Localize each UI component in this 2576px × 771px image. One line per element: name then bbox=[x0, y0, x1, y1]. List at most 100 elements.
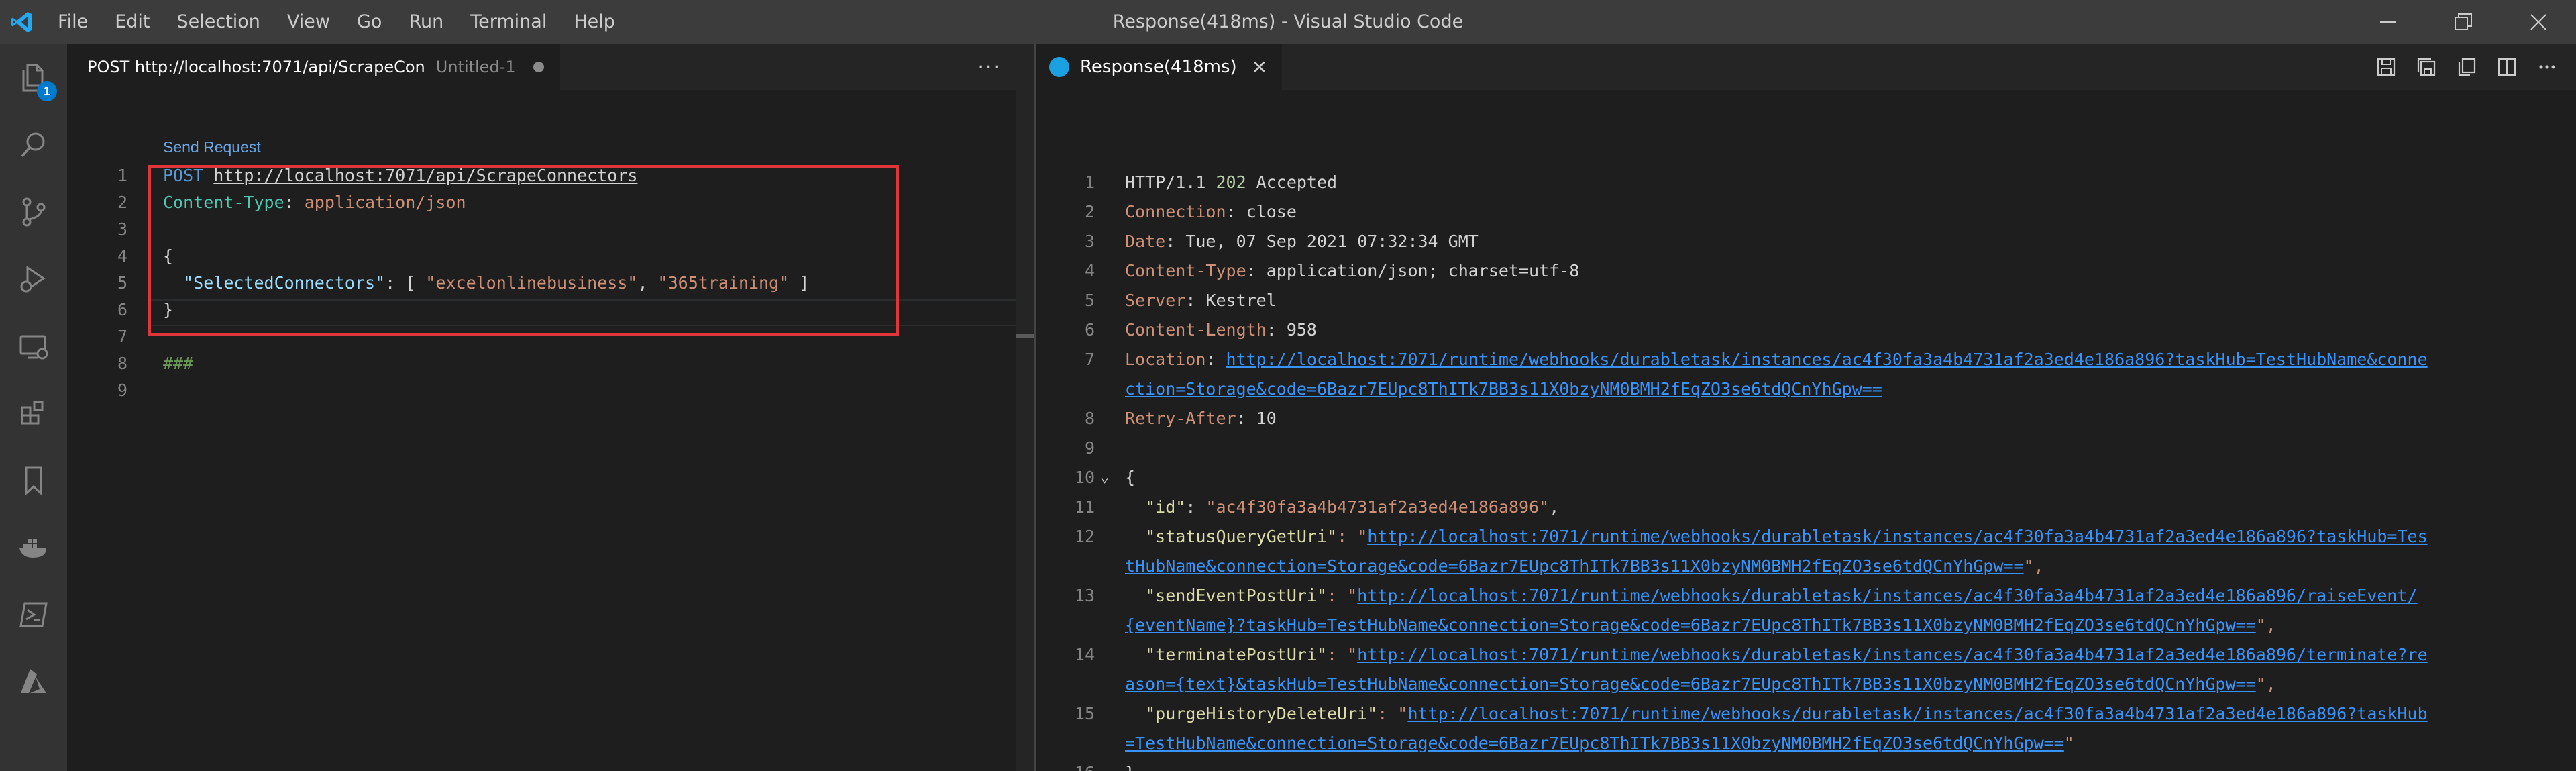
response-line: 5 Server: Kestrel bbox=[1036, 286, 2572, 315]
unsaved-dot-icon[interactable] bbox=[533, 62, 544, 72]
line-number: 9 bbox=[117, 380, 127, 400]
response-line-wrap: {eventName}?taskHub=TestHubName&connecti… bbox=[1036, 611, 2572, 640]
purge-history-link-wrap[interactable]: =TestHubName&connection=Storage&code=6Ba… bbox=[1125, 733, 2064, 753]
code-line: 8 ### bbox=[67, 350, 1006, 377]
http-request-editor[interactable]: Send Request 1 POST http://localhost:707… bbox=[67, 90, 1098, 771]
menu-selection[interactable]: Selection bbox=[163, 0, 273, 44]
response-line: 3 Date: Tue, 07 Sep 2021 07:32:34 GMT bbox=[1036, 227, 2572, 256]
source-control-button[interactable] bbox=[0, 178, 67, 246]
location-link[interactable]: http://localhost:7071/runtime/webhooks/d… bbox=[1226, 350, 2428, 369]
search-button[interactable] bbox=[0, 111, 67, 178]
menu-help[interactable]: Help bbox=[560, 0, 629, 44]
powershell-button[interactable] bbox=[0, 581, 67, 648]
menu-edit[interactable]: Edit bbox=[101, 0, 163, 44]
line-number: 15 bbox=[1074, 704, 1095, 723]
right-editor-group: Response(418ms) ✕ 1 HTTP/1.1 202 Accepte bbox=[1036, 44, 2576, 771]
response-line: 9 bbox=[1036, 433, 2572, 463]
menu-terminal[interactable]: Terminal bbox=[457, 0, 560, 44]
run-debug-button[interactable] bbox=[0, 246, 67, 313]
send-event-link[interactable]: http://localhost:7071/runtime/webhooks/d… bbox=[1357, 586, 2417, 605]
header-name: Server bbox=[1125, 291, 1186, 310]
line-number: 14 bbox=[1074, 645, 1095, 664]
header-value: : 958 bbox=[1266, 320, 1317, 340]
brace-open: { bbox=[1125, 468, 1136, 487]
line-number: 9 bbox=[1084, 438, 1095, 458]
line-number: 11 bbox=[1074, 497, 1095, 517]
bookmark-icon bbox=[25, 466, 42, 496]
docker-button[interactable] bbox=[0, 514, 67, 581]
header-name: Retry-After bbox=[1125, 409, 1236, 428]
menu-bar: File Edit Selection View Go Run Terminal… bbox=[44, 0, 629, 44]
close-window-button[interactable] bbox=[2501, 0, 2576, 44]
send-event-link-wrap[interactable]: {eventName}?taskHub=TestHubName&connecti… bbox=[1125, 615, 2256, 635]
brace-close: } bbox=[1125, 758, 1135, 771]
response-line: 12 "statusQueryGetUri": "http://localhos… bbox=[1036, 522, 2572, 552]
split-editor-button[interactable] bbox=[2491, 52, 2522, 83]
restore-button[interactable] bbox=[2426, 0, 2501, 44]
title-bar: File Edit Selection View Go Run Terminal… bbox=[0, 0, 2576, 44]
response-line: 4 Content-Type: application/json; charse… bbox=[1036, 256, 2572, 286]
minimize-button[interactable] bbox=[2351, 0, 2426, 44]
activity-bar: 1 bbox=[0, 44, 67, 771]
json-punctuation: , bbox=[1549, 497, 1560, 517]
more-actions-button[interactable] bbox=[2532, 52, 2563, 83]
header-value: : 10 bbox=[1236, 409, 1277, 428]
response-line: 13 "sendEventPostUri": "http://localhost… bbox=[1036, 581, 2572, 611]
azure-button[interactable] bbox=[0, 648, 67, 715]
search-icon bbox=[21, 132, 45, 158]
left-scrollbar[interactable] bbox=[1016, 90, 1034, 771]
purge-history-link[interactable]: http://localhost:7071/runtime/webhooks/d… bbox=[1407, 704, 2427, 723]
line-number: 2 bbox=[117, 193, 127, 212]
http-version: HTTP/1.1 bbox=[1125, 172, 1216, 192]
line-number: 4 bbox=[117, 246, 127, 266]
remote-explorer-button[interactable] bbox=[0, 313, 67, 380]
more-actions-button[interactable]: ··· bbox=[977, 44, 1001, 90]
menu-run[interactable]: Run bbox=[395, 0, 457, 44]
json-separator: : " bbox=[1327, 586, 1358, 605]
close-tab-icon[interactable]: ✕ bbox=[1252, 56, 1267, 79]
json-punctuation: " bbox=[2063, 733, 2074, 753]
response-line: 15 "purgeHistoryDeleteUri": "http://loca… bbox=[1036, 699, 2572, 729]
save-icon bbox=[2377, 58, 2396, 76]
json-key: "purgeHistoryDeleteUri" bbox=[1145, 704, 1378, 723]
scrollbar-thumb[interactable] bbox=[1016, 334, 1034, 338]
copy-response-button[interactable] bbox=[2451, 52, 2482, 83]
json-separator: : " bbox=[1337, 527, 1368, 546]
send-request-codelens[interactable]: Send Request bbox=[163, 138, 261, 156]
tab-response[interactable]: Response(418ms) ✕ bbox=[1036, 44, 1283, 90]
save-response-button[interactable] bbox=[2371, 52, 2402, 83]
extensions-button[interactable] bbox=[0, 380, 67, 447]
json-separator: : " bbox=[1377, 704, 1408, 723]
save-body-button[interactable] bbox=[2411, 52, 2442, 83]
menu-go[interactable]: Go bbox=[343, 0, 395, 44]
location-link-wrap[interactable]: ction=Storage&code=6Bazr7EUpc8ThITk7BB3s… bbox=[1125, 379, 1882, 399]
source-control-icon bbox=[22, 197, 46, 227]
line-number: 5 bbox=[117, 273, 127, 293]
status-query-link[interactable]: http://localhost:7071/runtime/webhooks/d… bbox=[1367, 527, 2427, 546]
terminal-icon bbox=[19, 602, 48, 627]
line-number: 16 bbox=[1036, 758, 1095, 771]
menu-view[interactable]: View bbox=[274, 0, 343, 44]
explorer-button[interactable]: 1 bbox=[0, 44, 67, 111]
status-code: 202 bbox=[1216, 172, 1246, 192]
minimize-icon bbox=[2380, 21, 2396, 23]
header-value: : close bbox=[1226, 202, 1297, 221]
status-query-link-wrap[interactable]: tHubName&connection=Storage&code=6Bazr7E… bbox=[1125, 556, 2024, 576]
line-number: 10 bbox=[1074, 468, 1095, 487]
menu-file[interactable]: File bbox=[44, 0, 101, 44]
terminate-link[interactable]: http://localhost:7071/runtime/webhooks/d… bbox=[1357, 645, 2427, 664]
json-key: "terminatePostUri" bbox=[1145, 645, 1328, 664]
fold-chevron-icon[interactable]: ⌄ bbox=[1100, 463, 1109, 493]
response-line-wrap: ason={text}&taskHub=TestHubName&connecti… bbox=[1036, 670, 2572, 699]
json-key: "id" bbox=[1145, 497, 1186, 517]
bookmarks-button[interactable] bbox=[0, 447, 67, 514]
header-name: Content-Type bbox=[1125, 261, 1246, 280]
json-punctuation: ", bbox=[2023, 556, 2044, 576]
save-all-icon bbox=[2417, 58, 2436, 76]
response-line: 8 Retry-After: 10 bbox=[1036, 404, 2572, 433]
line-number: 5 bbox=[1084, 291, 1095, 310]
terminate-link-wrap[interactable]: ason={text}&taskHub=TestHubName&connecti… bbox=[1125, 674, 2256, 694]
line-number: 6 bbox=[117, 300, 127, 319]
response-viewer[interactable]: 1 HTTP/1.1 202 Accepted 2 Connection: cl… bbox=[1036, 90, 2576, 771]
tab-untitled-1[interactable]: POST http://localhost:7071/api/ScrapeCon… bbox=[67, 44, 560, 90]
